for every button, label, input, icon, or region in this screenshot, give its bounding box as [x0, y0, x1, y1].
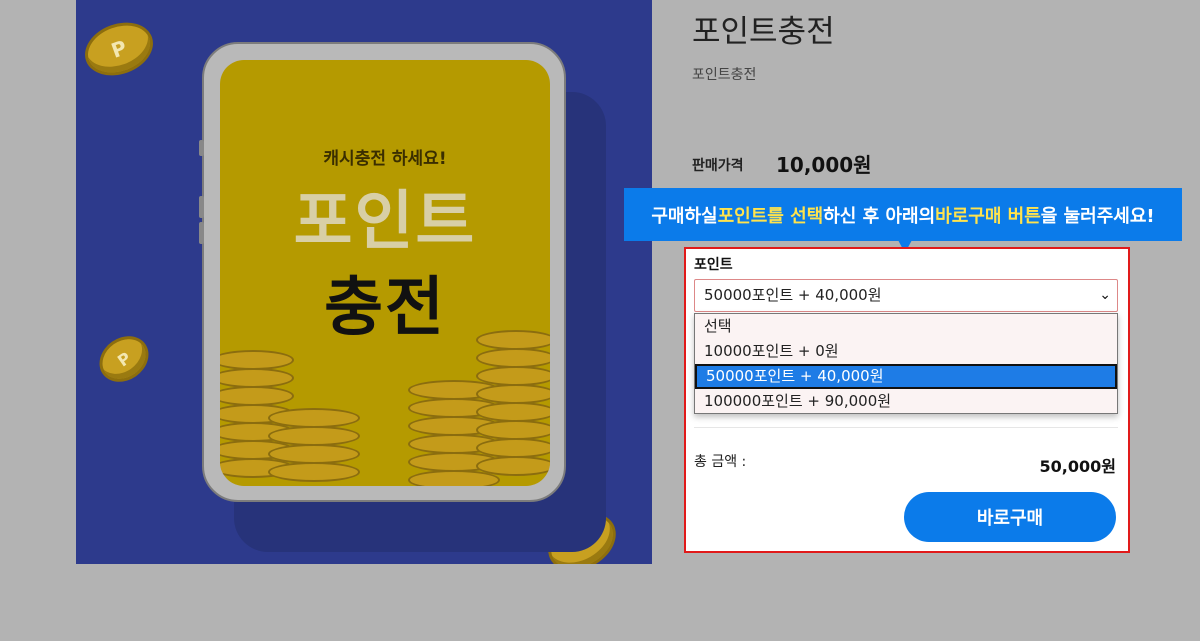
- tooltip-highlight: 포인트를 선택: [717, 205, 824, 227]
- dropdown-option-selected[interactable]: 50000포인트 + 40,000원: [695, 364, 1117, 389]
- point-option-label: 포인트: [694, 257, 733, 273]
- divider: [694, 427, 1118, 428]
- coin-icon: P: [77, 13, 161, 85]
- promo-title-line1: 포인트: [293, 185, 477, 259]
- promo-subtitle: 캐시충전 하세요!: [323, 149, 447, 169]
- tooltip-text: 구매하실: [651, 205, 718, 227]
- tablet-screen: 캐시충전 하세요! 포인트 충전: [220, 60, 550, 486]
- point-dropdown-list: 선택 10000포인트 + 0원 50000포인트 + 40,000원 1000…: [694, 313, 1118, 414]
- chevron-down-icon: ⌄: [1099, 287, 1111, 303]
- tablet-side-button: [199, 222, 204, 244]
- tablet-side-button: [199, 196, 204, 218]
- total-label: 총 금액 :: [694, 454, 747, 470]
- coin-stack: [268, 408, 360, 486]
- dropdown-option[interactable]: 100000포인트 + 90,000원: [695, 389, 1117, 414]
- product-title: 포인트충전: [692, 14, 835, 50]
- instruction-tooltip: 구매하실 포인트를 선택 하신 후 아래의 바로구매 버튼 을 눌러주세요!: [624, 188, 1182, 241]
- total-value: 50,000원: [1039, 457, 1116, 476]
- point-select-value: 50000포인트 + 40,000원: [704, 286, 882, 304]
- dropdown-option[interactable]: 선택: [695, 314, 1117, 339]
- coin-stack: [476, 330, 550, 486]
- dropdown-option[interactable]: 10000포인트 + 0원: [695, 339, 1117, 364]
- tooltip-highlight: 바로구매 버튼: [935, 205, 1041, 227]
- product-image: P P P P 캐시충전 하세요! 포인트 충전: [76, 0, 652, 564]
- price-value: 10,000원: [776, 153, 872, 177]
- option-panel: 포인트 50000포인트 + 40,000원 ⌄ 선택 10000포인트 + 0…: [684, 247, 1130, 553]
- point-select[interactable]: 50000포인트 + 40,000원 ⌄: [694, 279, 1118, 312]
- buy-now-button[interactable]: 바로구매: [904, 492, 1116, 542]
- tablet-side-button: [199, 140, 204, 156]
- tooltip-text: 을 눌러주세요!: [1040, 205, 1155, 227]
- price-label: 판매가격: [692, 158, 744, 174]
- product-subtitle: 포인트충전: [692, 67, 757, 83]
- tooltip-text: 하신 후 아래의: [823, 205, 936, 227]
- coin-icon: P: [90, 326, 158, 392]
- tablet-frame: 캐시충전 하세요! 포인트 충전: [199, 42, 566, 502]
